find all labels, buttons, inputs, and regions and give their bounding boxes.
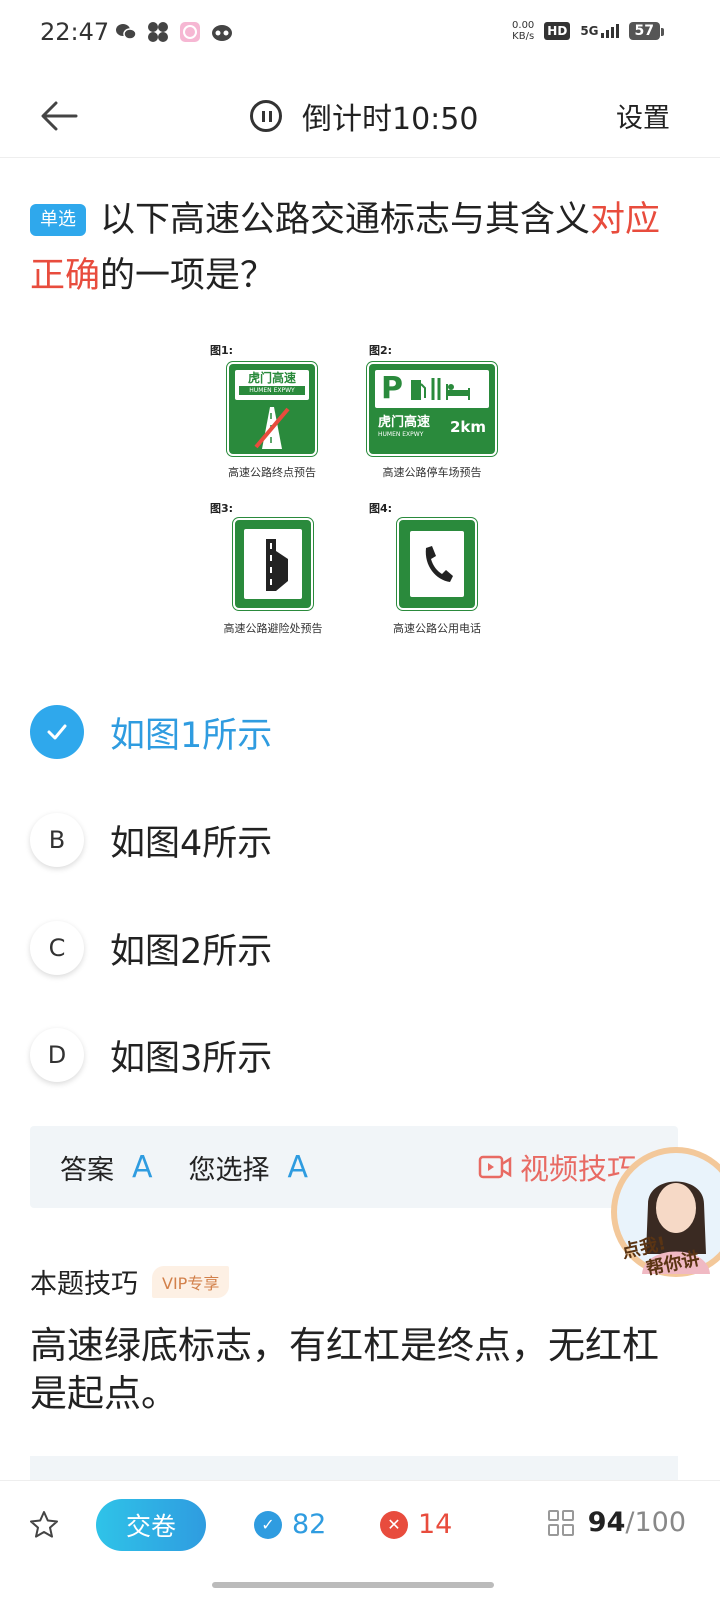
status-time: 22:47	[40, 18, 110, 46]
single-choice-badge: 单选	[30, 204, 86, 236]
status-bar: 22:47 0.00 KB/s HD 5G 57	[0, 0, 720, 64]
next-section	[30, 1456, 678, 1480]
sign-escape-lane	[235, 520, 311, 608]
option-d-letter[interactable]: D	[30, 1028, 84, 1082]
answer-bar: 答案 A 您选择 A 视频技巧	[30, 1126, 678, 1208]
option-d-text: 如图3所示	[110, 1038, 273, 1079]
vip-badge: VIP专享	[152, 1265, 230, 1298]
pinwheel-icon	[148, 22, 168, 42]
option-c-text: 如图2所示	[110, 931, 273, 972]
sign-expressway-end: 虎门高速 HUMEN EXPWY	[229, 364, 315, 454]
phone-icon	[425, 546, 453, 582]
sign-parking-area: P 虎门高速 HUMEN EXPWY 2km	[369, 364, 495, 454]
clock-app-icon	[180, 22, 200, 42]
figure-label: 高速公路终点预告	[228, 466, 316, 479]
battery-icon: 57	[628, 22, 665, 40]
figure-caption: 图3:	[210, 502, 234, 515]
option-b[interactable]: B 如图4所示	[30, 805, 690, 875]
fuel-restaurant-hotel-icons	[411, 378, 470, 400]
countdown-text: 倒计时10:50	[302, 102, 479, 137]
tips-title: 本题技巧 VIP专享	[30, 1262, 230, 1301]
x-circle-icon: ✕	[380, 1510, 408, 1539]
figure-label: 高速公路停车场预告	[382, 466, 482, 479]
sign-public-phone	[399, 520, 475, 608]
figure-caption: 图1:	[210, 344, 234, 357]
settings-button[interactable]: 设置	[616, 96, 670, 135]
option-d[interactable]: D 如图3所示	[30, 1020, 690, 1090]
option-c-letter[interactable]: C	[30, 921, 84, 975]
header: 倒计时10:50 设置	[0, 74, 720, 158]
signal-icon: 5G	[580, 24, 619, 38]
notification-icons	[114, 20, 234, 44]
answer-value: A	[132, 1149, 153, 1185]
option-c[interactable]: C 如图2所示	[30, 913, 690, 983]
option-b-letter[interactable]: B	[30, 813, 84, 867]
tips-body: 高速绿底标志，有红杠是终点，无红杠是起点。	[30, 1324, 659, 1415]
figure-label: 高速公路避险处预告	[223, 622, 323, 635]
timer: 倒计时10:50	[250, 94, 478, 138]
road-end-icon	[254, 407, 290, 449]
question-text: 单选 以下高速公路交通标志与其含义对应正确的一项是？	[30, 200, 661, 296]
figure-label: 高速公路公用电话	[393, 622, 481, 635]
hd-icon: HD	[544, 22, 571, 40]
star-icon[interactable]	[28, 1509, 60, 1541]
wechat-icon	[116, 24, 137, 40]
back-arrow-icon[interactable]	[36, 92, 84, 140]
your-choice-value: A	[287, 1149, 309, 1185]
status-right: 0.00 KB/s HD 5G 57	[512, 20, 665, 42]
your-choice-label: 您选择	[188, 1154, 270, 1186]
tutor-avatar[interactable]: 点我! 帮你讲	[608, 1144, 720, 1284]
option-a[interactable]: 如图1所示	[30, 697, 690, 767]
bottom-bar: 交卷 ✓ 82 ✕ 14 94/100	[0, 1480, 720, 1600]
mascot-icon	[212, 25, 232, 41]
grid-icon	[547, 1509, 574, 1536]
home-indicator[interactable]	[212, 1582, 494, 1588]
option-a-text: 如图1所示	[110, 715, 273, 756]
escape-lane-icon	[266, 539, 288, 591]
check-circle-icon: ✓	[254, 1510, 282, 1539]
option-b-text: 如图4所示	[110, 823, 273, 864]
pause-icon[interactable]	[250, 100, 282, 132]
traffic-signs-figure: 图1: 虎门高速 HUMEN EXPWY 高速公路终点预告 图2: P 虎门高速…	[205, 340, 525, 640]
checkmark-icon[interactable]	[30, 705, 84, 759]
question-progress[interactable]: 94/100	[547, 1507, 686, 1538]
figure-caption: 图2:	[369, 344, 393, 357]
correct-count[interactable]: ✓ 82	[254, 1509, 326, 1540]
wrong-count[interactable]: ✕ 14	[380, 1509, 452, 1540]
video-icon	[478, 1155, 512, 1179]
submit-exam-button[interactable]: 交卷	[96, 1499, 206, 1551]
net-speed: 0.00 KB/s	[512, 20, 535, 42]
answer-label: 答案	[60, 1154, 114, 1186]
figure-caption: 图4:	[369, 502, 393, 515]
